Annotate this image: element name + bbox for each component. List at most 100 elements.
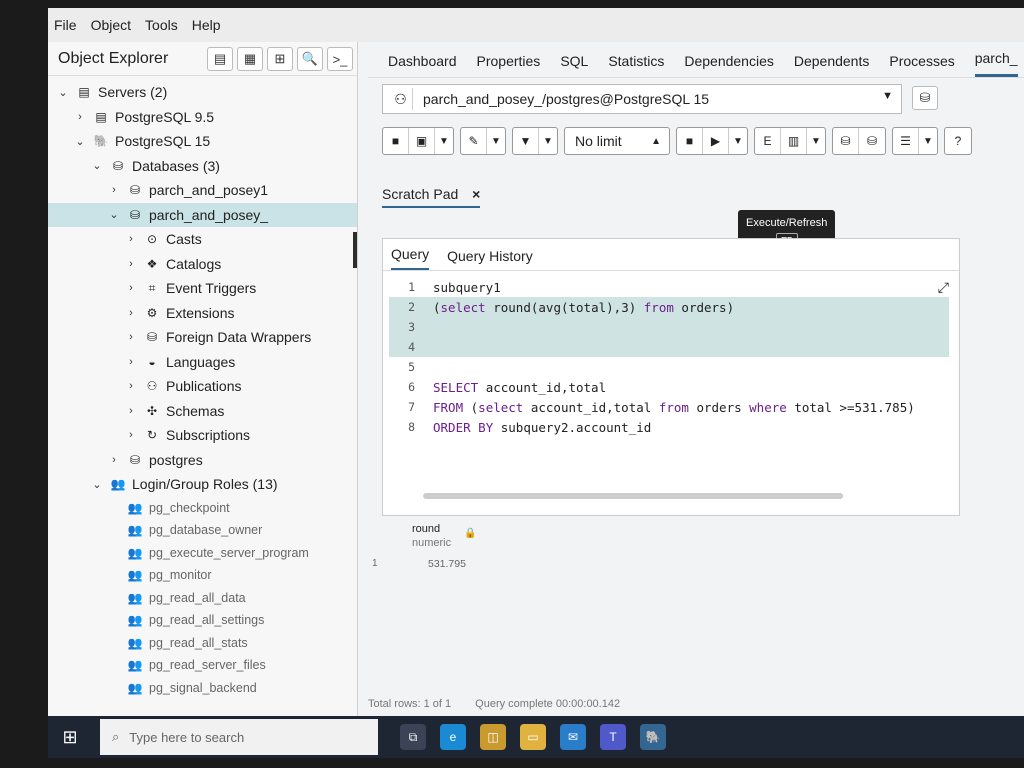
chevron-down-icon[interactable]: ⌄ xyxy=(107,208,121,221)
macros-icon[interactable]: ☰ xyxy=(893,128,919,154)
chevron-right-icon[interactable]: › xyxy=(124,282,138,294)
role-item[interactable]: 👥 pg_signal_backend xyxy=(48,677,357,700)
row-limit-select[interactable]: No limit ▲ xyxy=(564,127,670,155)
tree-node[interactable]: › ⛁ parch_and_posey1 xyxy=(48,178,357,203)
chevron-right-icon[interactable]: › xyxy=(73,111,87,123)
filter-icon[interactable]: ▼ xyxy=(513,128,539,154)
chevron-down-icon[interactable]: ▼ xyxy=(435,128,453,154)
commit-icon[interactable]: ⛁ xyxy=(833,128,859,154)
chevron-down-icon[interactable]: ▼ xyxy=(919,128,937,154)
tab-query-history[interactable]: Query History xyxy=(447,248,533,270)
main-panel: Dashboard Properties SQL Statistics Dependen… xyxy=(368,42,1024,718)
tree-scrollbar[interactable] xyxy=(353,232,357,268)
sql-editor[interactable]: 1 subquery1 2 (select round(avg(total),3) f… xyxy=(389,277,949,437)
windows-start-icon[interactable]: ⊞ xyxy=(48,716,92,758)
help-icon[interactable]: ? xyxy=(945,128,971,154)
role-item[interactable]: 👥 pg_read_all_data xyxy=(48,587,357,610)
database-icon[interactable]: ⛁ xyxy=(912,86,938,110)
taskbar-search[interactable]: ⌕ Type here to search xyxy=(100,719,378,755)
chevron-down-icon[interactable]: ⌄ xyxy=(90,478,104,491)
tab-statistics[interactable]: Statistics xyxy=(608,53,664,77)
pgadmin-icon[interactable]: 🐘 xyxy=(640,724,666,750)
role-item[interactable]: 👥 pg_monitor xyxy=(48,564,357,587)
chevron-down-icon[interactable]: ⌄ xyxy=(90,159,104,172)
chevron-right-icon[interactable]: › xyxy=(124,233,138,245)
task-view-icon[interactable]: ⧉ xyxy=(400,724,426,750)
save-file-icon[interactable]: ▣ xyxy=(409,128,435,154)
psql-tool-icon[interactable]: >_ xyxy=(327,47,353,71)
chevron-right-icon[interactable]: › xyxy=(124,307,138,319)
role-item[interactable]: 👥 pg_checkpoint xyxy=(48,497,357,520)
open-file-icon[interactable]: ■ xyxy=(383,128,409,154)
role-item[interactable]: 👥 pg_execute_server_program xyxy=(48,542,357,565)
tree-node[interactable]: › ▤ PostgreSQL 9.5 xyxy=(48,105,357,130)
chevron-right-icon[interactable]: › xyxy=(124,405,138,417)
chevron-right-icon[interactable]: › xyxy=(124,429,138,441)
search-icon[interactable]: 🔍 xyxy=(297,47,323,71)
file-explorer-icon[interactable]: ▭ xyxy=(520,724,546,750)
scratch-pad-tab[interactable]: Scratch Pad × xyxy=(382,186,481,208)
tree-node[interactable]: ⌄ ⛁ Databases (3) xyxy=(48,154,357,179)
chevron-down-icon[interactable]: ▼ xyxy=(729,128,747,154)
chevron-right-icon[interactable]: › xyxy=(124,258,138,270)
connection-selector[interactable]: ⚇ parch_and_posey_/postgres@PostgreSQL 1… xyxy=(382,84,902,114)
role-item[interactable]: 👥 pg_read_all_stats xyxy=(48,632,357,655)
menu-file[interactable]: File xyxy=(54,17,77,33)
chevron-right-icon[interactable]: › xyxy=(107,184,121,196)
explain-icon[interactable]: E xyxy=(755,128,781,154)
tab-properties[interactable]: Properties xyxy=(477,53,541,77)
rollback-icon[interactable]: ⛁ xyxy=(859,128,885,154)
result-column-header[interactable]: round numeric xyxy=(412,522,451,550)
execute-icon[interactable]: ▶ xyxy=(703,128,729,154)
editor-horizontal-scrollbar[interactable] xyxy=(423,493,843,499)
chevron-right-icon[interactable]: › xyxy=(124,331,138,343)
chevron-right-icon[interactable]: › xyxy=(124,380,138,392)
menu-tools[interactable]: Tools xyxy=(145,17,178,33)
explain-analyze-icon[interactable]: ▥ xyxy=(781,128,807,154)
chevron-right-icon[interactable]: › xyxy=(107,454,121,466)
menu-object[interactable]: Object xyxy=(91,17,131,33)
tab-dependencies[interactable]: Dependencies xyxy=(684,53,774,77)
chevron-down-icon[interactable]: ⌄ xyxy=(73,135,87,148)
result-cell[interactable]: 531.795 xyxy=(428,558,466,570)
tree-node[interactable]: › ⊙ Casts xyxy=(48,227,357,252)
view-data-icon[interactable]: ▦ xyxy=(237,47,263,71)
tree-node[interactable]: › ✣ Schemas xyxy=(48,399,357,424)
tree-node[interactable]: › ⚙ Extensions xyxy=(48,301,357,326)
tree-node[interactable]: › ⛁ postgres xyxy=(48,448,357,473)
tab-parch-[interactable]: parch_ xyxy=(974,50,1018,77)
tree-node[interactable]: › ⛁ Foreign Data Wrappers xyxy=(48,325,357,350)
tree-node[interactable]: › ↻ Subscriptions xyxy=(48,423,357,448)
tree-node[interactable]: ⌄ ▤ Servers (2) xyxy=(48,80,357,105)
tab-sql[interactable]: SQL xyxy=(560,53,588,77)
stop-icon[interactable]: ■ xyxy=(677,128,703,154)
menu-help[interactable]: Help xyxy=(192,17,221,33)
chevron-down-icon[interactable]: ▼ xyxy=(807,128,825,154)
role-item[interactable]: 👥 pg_read_server_files xyxy=(48,654,357,677)
chevron-down-icon[interactable]: ⌄ xyxy=(56,86,70,99)
tree-node[interactable]: › ⚇ Publications xyxy=(48,374,357,399)
tree-node[interactable]: › ⌗ Event Triggers xyxy=(48,276,357,301)
close-icon[interactable]: × xyxy=(472,186,480,202)
tree-node[interactable]: ⌄ 🐘 PostgreSQL 15 xyxy=(48,129,357,154)
role-item[interactable]: 👥 pg_read_all_settings xyxy=(48,609,357,632)
chevron-right-icon[interactable]: › xyxy=(124,356,138,368)
tab-dependents[interactable]: Dependents xyxy=(794,53,870,77)
store-icon[interactable]: ◫ xyxy=(480,724,506,750)
filtered-rows-icon[interactable]: ⊞ xyxy=(267,47,293,71)
role-item[interactable]: 👥 pg_database_owner xyxy=(48,519,357,542)
tab-dashboard[interactable]: Dashboard xyxy=(388,53,457,77)
tree-node[interactable]: ⌄ ⛁ parch_and_posey_ xyxy=(48,202,357,227)
chevron-down-icon[interactable]: ▼ xyxy=(487,128,505,154)
tab-query[interactable]: Query xyxy=(391,246,430,270)
edit-pencil-icon[interactable]: ✎ xyxy=(461,128,487,154)
query-tool-icon[interactable]: ▤ xyxy=(207,47,233,71)
tree-node[interactable]: › ❖ Catalogs xyxy=(48,252,357,277)
chevron-down-icon[interactable]: ▼ xyxy=(539,128,557,154)
tab-processes[interactable]: Processes xyxy=(889,53,954,77)
mail-icon[interactable]: ✉ xyxy=(560,724,586,750)
tree-node[interactable]: › ◒ Languages xyxy=(48,350,357,375)
tree-node[interactable]: ⌄ 👥 Login/Group Roles (13) xyxy=(48,472,357,497)
teams-icon[interactable]: T xyxy=(600,724,626,750)
edge-icon[interactable]: e xyxy=(440,724,466,750)
